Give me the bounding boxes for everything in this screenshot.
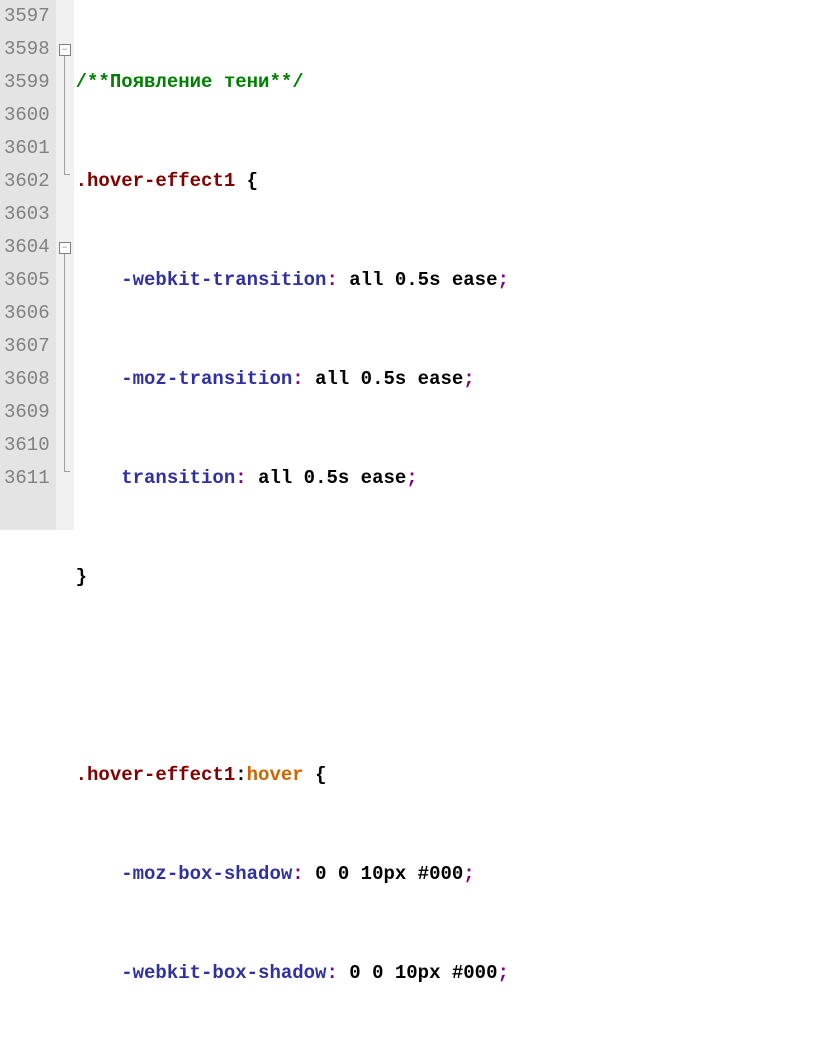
line-number: 3610 — [4, 429, 50, 462]
line-number: 3611 — [4, 462, 50, 495]
line-number: 3603 — [4, 198, 50, 231]
code-line: } — [76, 561, 509, 594]
line-number: 3601 — [4, 132, 50, 165]
code-line: -webkit-box-shadow: 0 0 10px #000; — [76, 957, 509, 990]
line-number: 3600 — [4, 99, 50, 132]
code-line: -webkit-transition: all 0.5s ease; — [76, 264, 509, 297]
code-line: /**Появление тени**/ — [76, 66, 509, 99]
line-number-gutter: 3597 3598 3599 3600 3601 3602 3603 3604 … — [0, 0, 56, 530]
line-number: 3608 — [4, 363, 50, 396]
line-number: 3597 — [4, 0, 50, 33]
line-number: 3606 — [4, 297, 50, 330]
fold-gutter: − − — [56, 0, 74, 530]
line-number: 3605 — [4, 264, 50, 297]
line-number: 3607 — [4, 330, 50, 363]
fold-toggle-icon[interactable]: − — [59, 44, 71, 56]
code-line: -moz-transition: all 0.5s ease; — [76, 363, 509, 396]
code-line: box-shadow:0 0 10px #000; — [76, 1056, 509, 1060]
line-number: 3604 — [4, 231, 50, 264]
line-number: 3602 — [4, 165, 50, 198]
line-number: 3599 — [4, 66, 50, 99]
code-line: transition: all 0.5s ease; — [76, 462, 509, 495]
code-editor: 3597 3598 3599 3600 3601 3602 3603 3604 … — [0, 0, 836, 530]
code-line: .hover-effect1:hover { — [76, 759, 509, 792]
line-number: 3598 — [4, 33, 50, 66]
line-number: 3609 — [4, 396, 50, 429]
code-line: .hover-effect1 { — [76, 165, 509, 198]
fold-toggle-icon[interactable]: − — [59, 242, 71, 254]
code-line — [76, 660, 509, 693]
code-line: -moz-box-shadow: 0 0 10px #000; — [76, 858, 509, 891]
code-area[interactable]: /**Появление тени**/ .hover-effect1 { -w… — [74, 0, 509, 530]
